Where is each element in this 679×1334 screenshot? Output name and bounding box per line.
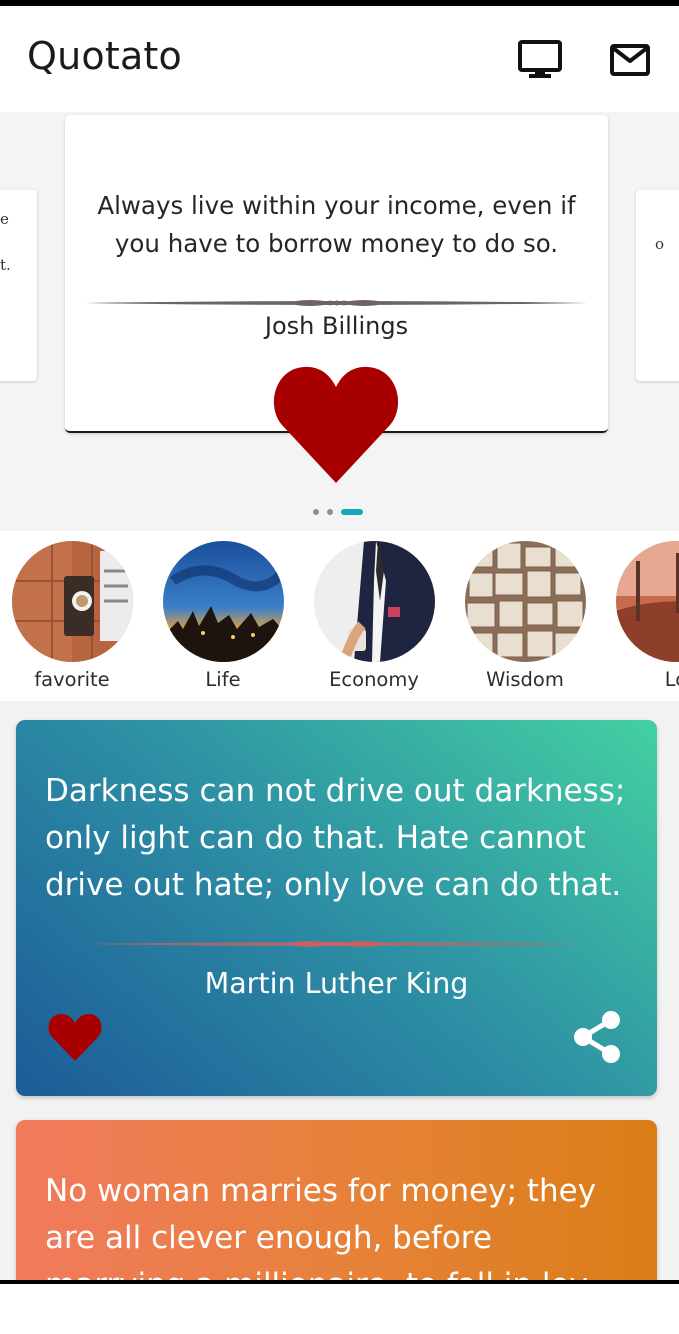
category-label: Wisdom [486,668,564,691]
category-wisdom-image [465,541,586,662]
category-strip[interactable]: favorite Life Economy Wisdom L [0,531,679,701]
category-economy-image [314,541,435,662]
bottom-bar [0,1284,679,1334]
pager-dot[interactable] [313,509,319,515]
ornament-divider [86,941,587,947]
app-bar: Quotato [0,6,679,110]
category-favorite-image [12,541,133,662]
quote-text: Darkness can not drive out darkness; onl… [45,773,626,903]
quote-text: No woman marries for money; they are all… [45,1173,597,1280]
quote-card[interactable]: No woman marries for money; they are all… [16,1120,657,1280]
category-love-image [616,541,679,662]
next-quote-card[interactable]: o [636,190,679,381]
previous-quote-fragment: e [0,210,9,228]
category-label: Life [205,668,241,691]
quote-card[interactable]: Darkness can not drive out darkness; onl… [16,720,657,1096]
ornament-divider [85,300,588,306]
category-life-image [163,541,284,662]
category-favorite[interactable]: favorite [7,541,137,691]
quote-author: Martin Luther King [204,967,469,1000]
category-label: Lo [664,668,679,691]
previous-quote-fragment: t. [0,256,11,274]
category-economy[interactable]: Economy [309,541,439,691]
featured-quote-author: Josh Billings [264,312,409,340]
quote-list[interactable]: Darkness can not drive out darkness; onl… [0,701,679,1280]
featured-quote-text: Always live within your income, even if … [97,191,576,258]
pager-dot[interactable] [327,509,333,515]
share-icon[interactable] [571,1010,625,1064]
monitor-button[interactable] [516,36,564,84]
favorite-heart-icon[interactable] [272,365,400,483]
mail-button[interactable] [606,36,654,84]
app-title: Quotato [27,34,182,78]
favorite-heart-icon[interactable] [48,1013,102,1061]
pager-dot-active[interactable] [341,509,363,515]
category-label: favorite [34,668,110,691]
next-quote-fragment: o [655,235,665,253]
category-life[interactable]: Life [158,541,288,691]
carousel-pager [313,509,363,515]
category-label: Economy [329,668,419,691]
mail-icon [610,44,650,76]
category-love[interactable]: Lo [611,541,679,691]
monitor-icon [518,40,562,78]
category-wisdom[interactable]: Wisdom [460,541,590,691]
previous-quote-card[interactable]: e t. [0,190,37,381]
